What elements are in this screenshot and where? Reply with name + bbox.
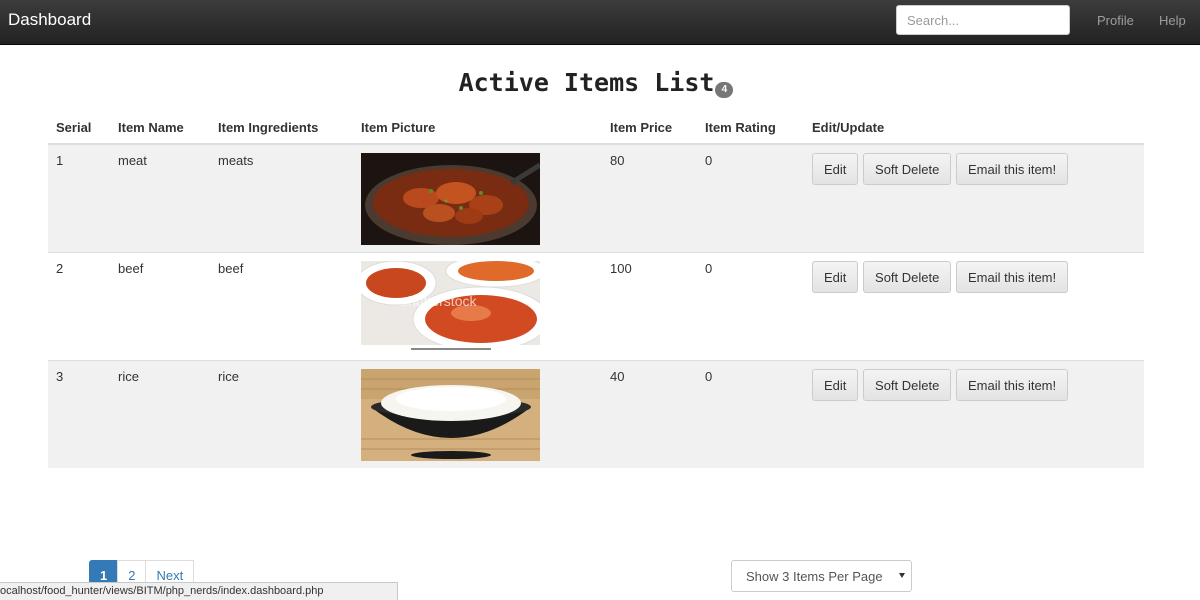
caret-down-icon xyxy=(899,573,905,578)
header-item-picture: Item Picture xyxy=(353,112,602,145)
header-item-ingredients: Item Ingredients xyxy=(210,112,353,145)
edit-button[interactable]: Edit xyxy=(812,369,859,401)
item-count-badge: 4 xyxy=(715,82,734,98)
edit-button[interactable]: Edit xyxy=(812,261,859,293)
cell-serial: 2 xyxy=(48,252,110,361)
cell-item-ingredients: meats xyxy=(210,143,353,253)
items-table: Serial Item Name Item Ingredients Item P… xyxy=(48,112,1144,468)
table-row: 3 rice rice 40 0 Edit Soft Delete Email … xyxy=(48,360,1144,468)
browser-status-url: ocalhost/food_hunter/views/BITM/php_nerd… xyxy=(0,582,398,600)
header-item-price: Item Price xyxy=(602,112,697,145)
cell-item-name: rice xyxy=(110,360,210,468)
cell-item-price: 80 xyxy=(602,143,697,253)
search-input[interactable] xyxy=(896,5,1070,35)
cell-actions: Edit Soft Delete Email this item! xyxy=(804,252,1144,361)
soft-delete-button[interactable]: Soft Delete xyxy=(863,261,952,293)
cell-item-rating: 0 xyxy=(697,360,804,468)
cell-serial: 1 xyxy=(48,143,110,253)
cell-item-picture xyxy=(353,360,602,468)
nav-profile-link[interactable]: Profile xyxy=(1097,13,1134,28)
items-per-page-select[interactable]: Show 3 Items Per Page xyxy=(731,560,912,592)
brand-link[interactable]: Dashboard xyxy=(8,10,91,30)
cell-actions: Edit Soft Delete Email this item! xyxy=(804,360,1144,468)
navbar: Dashboard Profile Help xyxy=(0,0,1200,45)
cell-actions: Edit Soft Delete Email this item! xyxy=(804,143,1144,253)
table-row: 2 beef beef shutterstock 100 0 Edit Soft… xyxy=(48,252,1144,361)
email-item-button[interactable]: Email this item! xyxy=(955,369,1069,401)
table-row: 1 meat meats 80 0 Edit Soft Delete Email… xyxy=(48,143,1144,253)
items-per-page-selected: Show 3 Items Per Page xyxy=(746,569,883,584)
edit-button[interactable]: Edit xyxy=(812,153,859,185)
meat-curry-image xyxy=(361,153,540,245)
beef-kimchi-image: shutterstock xyxy=(361,261,540,353)
header-item-name: Item Name xyxy=(110,112,210,145)
cell-item-ingredients: rice xyxy=(210,360,353,468)
page-title-text: Active Items List xyxy=(458,68,715,97)
table-header-row: Serial Item Name Item Ingredients Item P… xyxy=(48,112,1144,145)
cell-item-picture xyxy=(353,143,602,253)
cell-item-ingredients: beef xyxy=(210,252,353,361)
nav-help-link[interactable]: Help xyxy=(1159,13,1186,28)
email-item-button[interactable]: Email this item! xyxy=(955,153,1069,185)
cell-item-price: 40 xyxy=(602,360,697,468)
header-edit-update: Edit/Update xyxy=(804,112,1144,145)
cell-item-name: beef xyxy=(110,252,210,361)
header-item-rating: Item Rating xyxy=(697,112,804,145)
cell-item-price: 100 xyxy=(602,252,697,361)
soft-delete-button[interactable]: Soft Delete xyxy=(863,369,952,401)
email-item-button[interactable]: Email this item! xyxy=(955,261,1069,293)
image-watermark: shutterstock xyxy=(401,293,477,309)
cell-item-rating: 0 xyxy=(697,252,804,361)
cell-item-name: meat xyxy=(110,143,210,253)
cell-item-rating: 0 xyxy=(697,143,804,253)
cell-serial: 3 xyxy=(48,360,110,468)
rice-bowl-image xyxy=(361,369,540,461)
page-title: Active Items List 4 xyxy=(0,68,1192,98)
cell-item-picture: shutterstock xyxy=(353,252,602,361)
header-serial: Serial xyxy=(48,112,110,145)
soft-delete-button[interactable]: Soft Delete xyxy=(863,153,952,185)
